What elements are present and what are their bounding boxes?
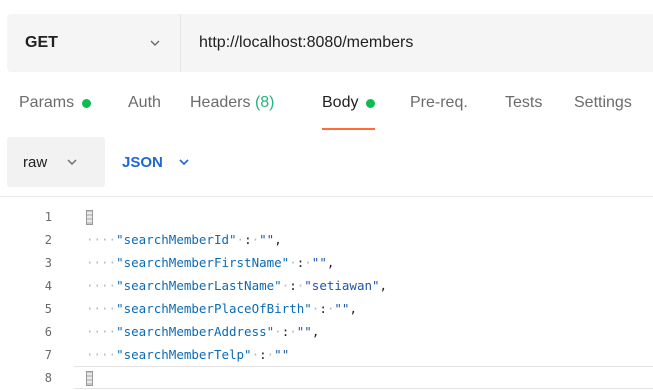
body-type-row: raw JSON <box>0 137 653 187</box>
editor-line: 1 <box>0 205 653 228</box>
editor-line: 2 ····"searchMemberId"·:·"", <box>0 228 653 251</box>
editor-line: 4 ····"searchMemberLastName"·:·"setiawan… <box>0 274 653 297</box>
tab-label: Settings <box>574 94 632 111</box>
json-key: "searchMemberTelp" <box>116 347 252 362</box>
line-number: 4 <box>44 278 52 293</box>
method-label: GET <box>25 34 58 51</box>
editor-line: 5 ····"searchMemberPlaceOfBirth"·:·"", <box>0 297 653 320</box>
json-key: "searchMemberFirstName" <box>116 255 290 270</box>
tab-tests[interactable]: Tests <box>505 94 542 130</box>
editor-line: 7 ····"searchMemberTelp"·:·"" <box>0 343 653 366</box>
body-language-label: JSON <box>122 153 163 171</box>
line-number: 8 <box>44 370 52 385</box>
method-select[interactable]: GET <box>7 14 181 72</box>
tab-label: Pre-req. <box>410 94 468 111</box>
line-number: 3 <box>44 255 52 270</box>
json-key: "searchMemberId" <box>116 232 237 247</box>
json-value: "" <box>334 301 350 316</box>
json-value: "" <box>259 232 275 247</box>
json-value: "" <box>274 347 290 362</box>
json-value: "" <box>296 324 312 339</box>
matched-close-brace <box>86 370 93 386</box>
line-number: 7 <box>44 347 52 362</box>
editor-line: 6 ····"searchMemberAddress"·:·"", <box>0 320 653 343</box>
line-number: 5 <box>44 301 52 316</box>
active-tab-underline <box>322 128 376 130</box>
tab-label: Auth <box>128 94 161 111</box>
json-value: "" <box>311 255 327 270</box>
body-mode-label: raw <box>23 153 48 171</box>
headers-count-badge: (8) <box>254 94 275 111</box>
line-number: 2 <box>44 232 52 247</box>
tab-label: Body <box>322 94 359 111</box>
line-number: 6 <box>44 324 52 339</box>
url-input[interactable]: http://localhost:8080/members <box>181 14 653 72</box>
tab-label: Params <box>19 94 75 111</box>
chevron-down-icon <box>150 40 160 46</box>
chevron-down-icon <box>67 159 77 165</box>
tab-label: Headers <box>190 94 251 111</box>
request-tabs: Params Auth Headers (8) Body Pre-req. Te… <box>0 94 653 130</box>
body-language-select[interactable]: JSON <box>122 137 191 187</box>
editor-line: 8 <box>0 366 653 389</box>
editor-line: 3 ····"searchMemberFirstName"·:·"", <box>0 251 653 274</box>
code-editor[interactable]: 1 2 ····"searchMemberId"·:·"", 3 ····"se… <box>0 205 653 390</box>
tab-settings[interactable]: Settings <box>574 94 632 130</box>
body-mode-select[interactable]: raw <box>7 137 105 187</box>
chevron-down-icon <box>179 159 189 166</box>
tab-label: Tests <box>505 94 543 111</box>
status-dot-icon <box>366 99 376 108</box>
tab-body[interactable]: Body <box>322 94 376 130</box>
divider <box>0 196 653 197</box>
json-key: "searchMemberAddress" <box>116 324 275 339</box>
tab-params[interactable]: Params <box>19 94 92 130</box>
tab-pre-request[interactable]: Pre-req. <box>410 94 468 130</box>
json-key: "searchMemberPlaceOfBirth" <box>116 301 312 316</box>
request-bar: GET http://localhost:8080/members <box>7 14 653 72</box>
matched-open-brace <box>86 209 93 225</box>
json-key: "searchMemberLastName" <box>116 278 282 293</box>
status-dot-icon <box>82 99 92 108</box>
line-number: 1 <box>44 209 52 224</box>
tab-headers[interactable]: Headers (8) <box>190 94 275 130</box>
tab-auth[interactable]: Auth <box>128 94 161 130</box>
json-value: "setiawan" <box>304 278 380 293</box>
